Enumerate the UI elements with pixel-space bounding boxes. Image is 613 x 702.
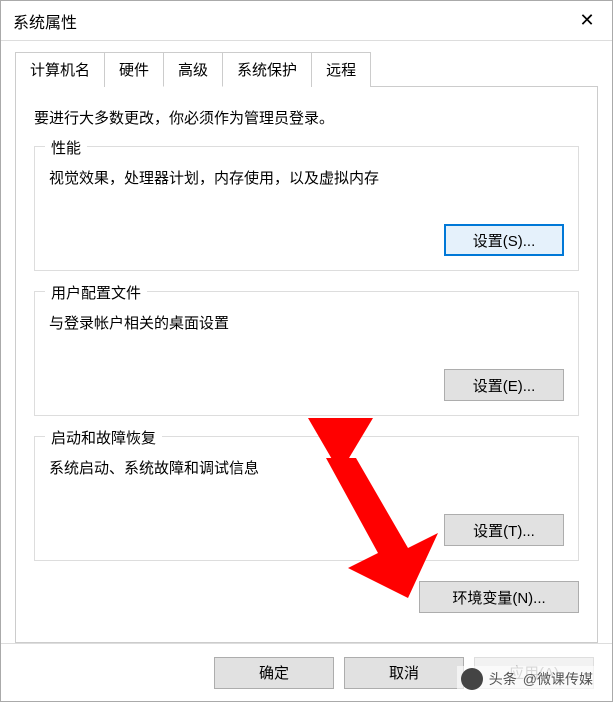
tab-hardware[interactable]: 硬件 [104,52,164,87]
performance-legend: 性能 [45,137,87,158]
titlebar: 系统属性 ✕ [1,1,612,41]
admin-notice: 要进行大多数更改，你必须作为管理员登录。 [34,107,579,128]
user-profiles-desc: 与登录帐户相关的桌面设置 [49,312,564,333]
startup-recovery-settings-button[interactable]: 设置(T)... [444,514,564,546]
user-profiles-settings-button[interactable]: 设置(E)... [444,369,564,401]
performance-button-row: 设置(S)... [49,224,564,256]
content-area: 计算机名 硬件 高级 系统保护 远程 要进行大多数更改，你必须作为管理员登录。 … [1,41,612,643]
startup-recovery-desc: 系统启动、系统故障和调试信息 [49,457,564,478]
env-variables-row: 环境变量(N)... [34,581,579,613]
ok-button[interactable]: 确定 [214,657,334,689]
tab-strip: 计算机名 硬件 高级 系统保护 远程 [15,51,598,86]
startup-recovery-group: 启动和故障恢复 系统启动、系统故障和调试信息 设置(T)... [34,436,579,561]
tab-advanced[interactable]: 高级 [163,52,223,87]
close-button[interactable]: ✕ [562,1,612,41]
tab-system-protection[interactable]: 系统保护 [222,52,312,87]
window-title: 系统属性 [13,9,77,33]
watermark-avatar-icon [461,668,483,690]
tab-panel-advanced: 要进行大多数更改，你必须作为管理员登录。 性能 视觉效果，处理器计划，内存使用，… [15,86,598,643]
tab-computer-name[interactable]: 计算机名 [15,52,105,87]
cancel-button[interactable]: 取消 [344,657,464,689]
environment-variables-button[interactable]: 环境变量(N)... [419,581,579,613]
startup-recovery-legend: 启动和故障恢复 [45,427,162,448]
user-profiles-legend: 用户配置文件 [45,282,147,303]
startup-recovery-button-row: 设置(T)... [49,514,564,546]
performance-settings-button[interactable]: 设置(S)... [444,224,564,256]
user-profiles-group: 用户配置文件 与登录帐户相关的桌面设置 设置(E)... [34,291,579,416]
watermark-source: 头条 [489,669,517,689]
performance-group: 性能 视觉效果，处理器计划，内存使用，以及虚拟内存 设置(S)... [34,146,579,271]
tab-remote[interactable]: 远程 [311,52,371,87]
system-properties-window: 系统属性 ✕ 计算机名 硬件 高级 系统保护 远程 要进行大多数更改，你必须作为… [0,0,613,702]
user-profiles-button-row: 设置(E)... [49,369,564,401]
watermark-handle: @微课传媒 [523,669,593,689]
watermark: 头条 @微课传媒 [457,666,597,692]
performance-desc: 视觉效果，处理器计划，内存使用，以及虚拟内存 [49,167,564,188]
close-icon: ✕ [579,10,594,31]
